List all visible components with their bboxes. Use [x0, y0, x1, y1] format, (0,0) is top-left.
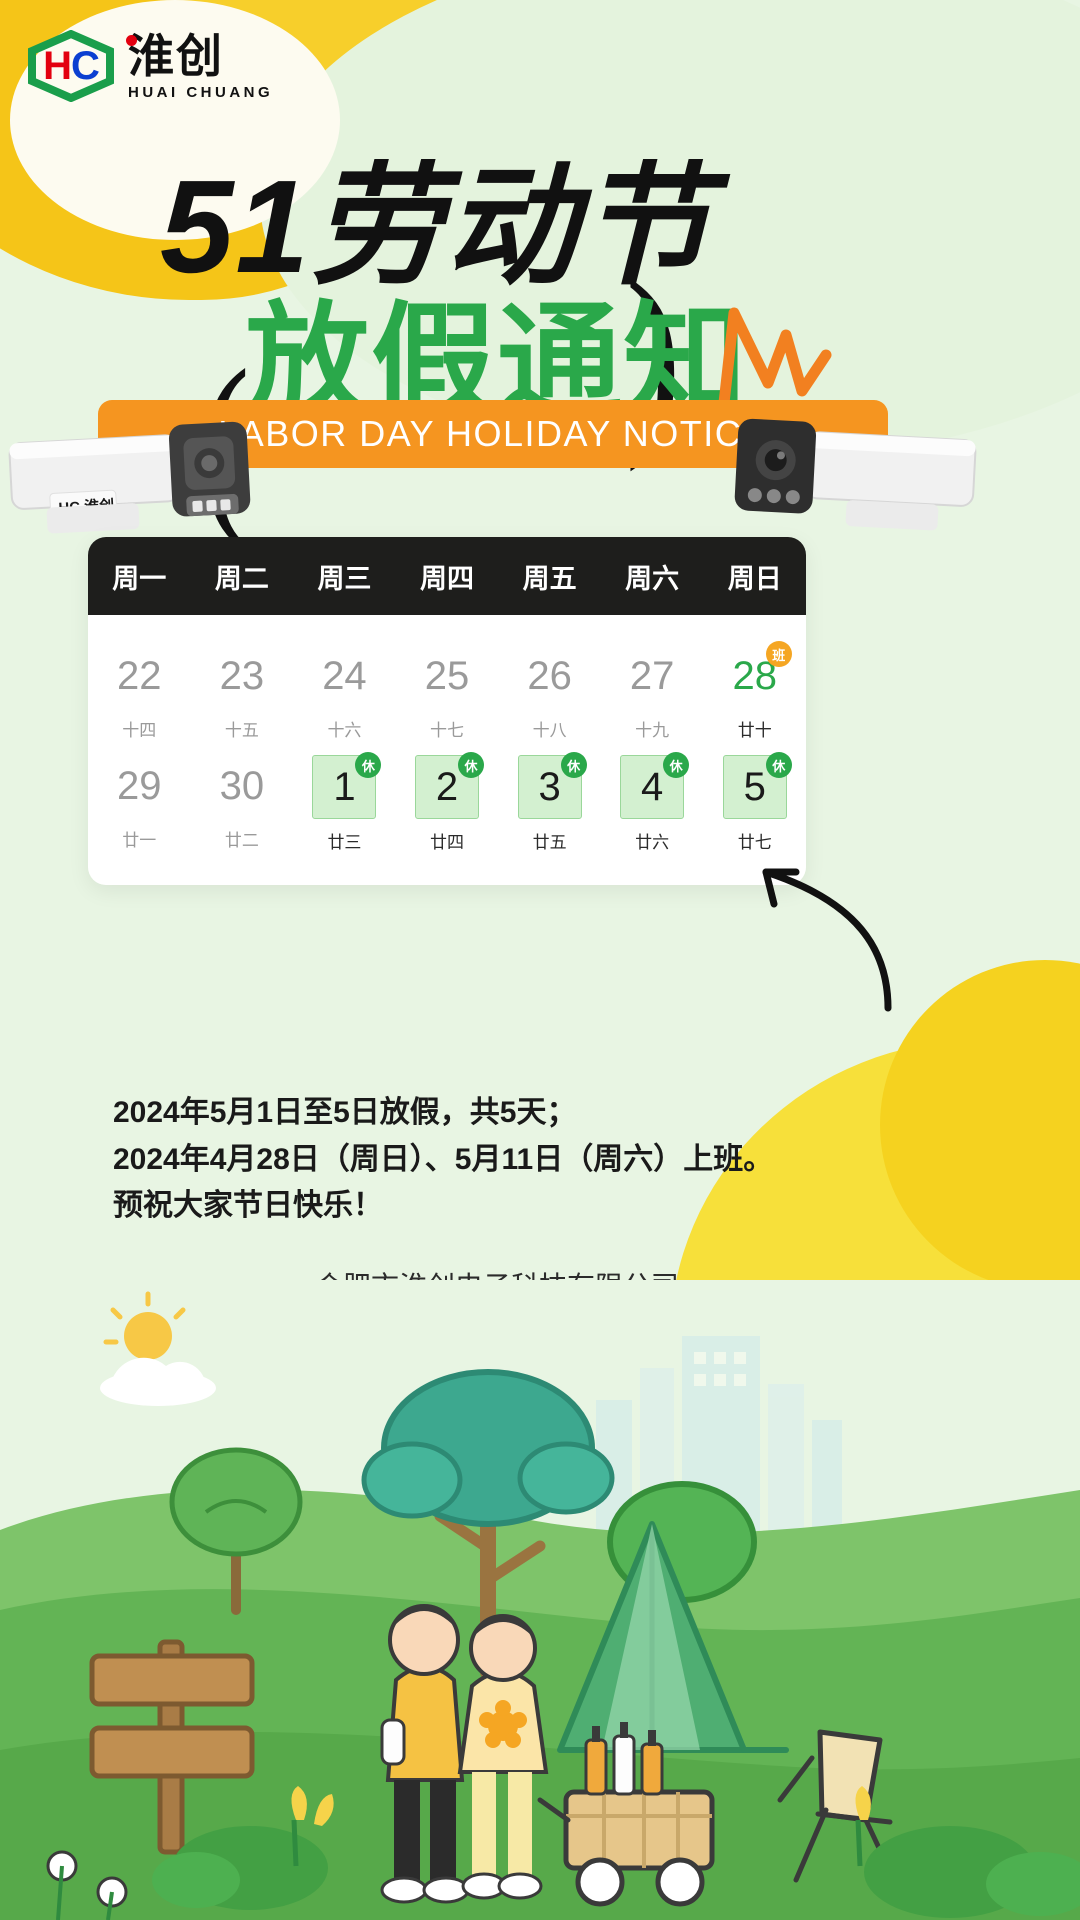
calendar-row-2: 29 廿一 30 廿二 1 休 廿三 2 休 廿四 3 休 廿五 4 休 廿六 … [88, 747, 806, 859]
calendar-body: 22 十四 23 十五 24 十六 25 十七 26 十八 27 十九 28 班… [88, 615, 806, 885]
security-camera-right-icon [734, 418, 977, 531]
day-number: 23 [219, 654, 265, 698]
calendar-cell[interactable]: 27 十九 [601, 637, 704, 747]
calendar-row-1: 22 十四 23 十五 24 十六 25 十七 26 十八 27 十九 28 班… [88, 637, 806, 747]
day-box: 5 休 [722, 752, 792, 819]
hc-letters: HC [28, 30, 114, 102]
restday-badge: 休 [355, 752, 382, 778]
calendar-cell-holiday[interactable]: 3 休 廿五 [498, 747, 601, 859]
holiday-calendar: 周一 周二 周三 周四 周五 周六 周日 22 十四 23 十五 24 十六 2… [88, 537, 806, 885]
calendar-cell-holiday[interactable]: 5 休 廿七 [703, 747, 806, 859]
calendar-cell[interactable]: 26 十八 [498, 637, 601, 747]
brand-name-cn-text: 淮创 [128, 29, 224, 82]
day-number: 2 [435, 765, 459, 809]
day-number: 22 [117, 654, 162, 698]
brand-logo: HC 淮创 HUAI CHUANG [28, 30, 273, 102]
lunar-label: 十七 [430, 721, 465, 740]
lunar-label: 廿五 [532, 833, 567, 852]
calendar-cell[interactable]: 24 十六 [293, 637, 396, 747]
lunar-label: 十四 [122, 721, 157, 740]
day-box: 28 班 [724, 641, 792, 707]
lunar-label: 廿十 [737, 721, 772, 740]
day-number: 4 [641, 765, 664, 809]
weekday-thu: 周四 [420, 563, 475, 594]
day-box: 24 [313, 645, 375, 707]
curved-arrow-icon [762, 868, 892, 1012]
day-number: 1 [333, 765, 356, 809]
weekday-wed: 周三 [317, 563, 372, 594]
camping-illustration [0, 1280, 1080, 1920]
day-number: 3 [538, 765, 561, 809]
poster-root: HC 淮创 HUAI CHUANG ) ( 51劳动节 放假通知 LABOR D… [0, 0, 1080, 1920]
lunar-label: 廿一 [122, 831, 157, 850]
calendar-cell-holiday[interactable]: 1 休 廿三 [293, 747, 396, 859]
weekday-mon: 周一 [112, 563, 167, 594]
restday-badge: 休 [765, 752, 792, 778]
day-number: 27 [629, 654, 675, 698]
restday-badge: 休 [560, 752, 587, 778]
notice-line-3: 预祝大家节日快乐！ [113, 1189, 383, 1222]
brand-name-en: HUAI CHUANG [128, 83, 274, 101]
calendar-cell-holiday[interactable]: 4 休 廿六 [601, 747, 704, 859]
hc-letter-c: C [71, 43, 100, 88]
weekday-fri: 周五 [522, 563, 577, 594]
lunar-label: 廿四 [430, 833, 465, 852]
notice-line-1: 2024年5月1日至5日放假，共5天； [113, 1096, 577, 1129]
hc-letter-h: H [43, 43, 72, 88]
notice-line-2: 2024年4月28日（周日）、5月11日（周六）上班。 [113, 1142, 774, 1176]
day-number: 26 [527, 654, 572, 698]
day-box: 30 [211, 755, 273, 817]
brand-name-block: 淮创 HUAI CHUANG [126, 29, 274, 101]
weekday-tue: 周二 [214, 563, 269, 594]
calendar-cell-workday[interactable]: 28 班 廿十 [703, 637, 806, 747]
lunar-label: 十九 [635, 721, 670, 740]
day-box: 27 [621, 645, 683, 707]
calendar-cell-holiday[interactable]: 2 休 廿四 [396, 747, 499, 859]
bottles-icon [584, 1722, 664, 1796]
calendar-cell[interactable]: 30 廿二 [191, 747, 294, 859]
weekday-sun: 周日 [727, 563, 782, 594]
lunar-label: 廿六 [635, 833, 670, 852]
day-box: 25 [416, 645, 478, 707]
day-number: 25 [424, 654, 470, 698]
day-box: 3 休 [517, 752, 587, 819]
security-camera-left-icon: HC 淮创 [8, 421, 251, 534]
day-number: 29 [117, 764, 162, 808]
weekday-sat: 周六 [625, 563, 680, 594]
calendar-weekday-header: 周一 周二 周三 周四 周五 周六 周日 [88, 537, 806, 615]
day-box: 4 休 [620, 752, 690, 819]
day-box: 26 [519, 645, 581, 707]
calendar-cell[interactable]: 23 十五 [191, 637, 294, 747]
lunar-label: 十六 [327, 721, 362, 740]
calendar-cell[interactable]: 29 廿一 [88, 747, 191, 859]
brand-name-cn: 淮创 [126, 29, 273, 82]
day-number: 24 [322, 654, 367, 698]
day-box: 1 休 [312, 752, 382, 819]
day-number: 30 [219, 764, 265, 808]
day-box: 29 [108, 755, 170, 817]
lunar-label: 廿三 [327, 833, 362, 852]
lunar-label: 十五 [224, 721, 259, 740]
lunar-label: 廿二 [224, 831, 259, 850]
notice-text-block: 2024年5月1日至5日放假，共5天； 2024年4月28日（周日）、5月11日… [113, 1090, 933, 1230]
workday-badge: 班 [765, 641, 792, 667]
brand-dot-icon [126, 34, 137, 46]
hc-hexagon-icon: HC [28, 30, 114, 102]
calendar-cell[interactable]: 25 十七 [396, 637, 499, 747]
zigzag-decoration-icon [718, 307, 832, 405]
restday-badge: 休 [663, 752, 690, 778]
headline-block: ) ( 51劳动节 放假通知 [0, 110, 1080, 553]
calendar-cell[interactable]: 22 十四 [88, 637, 191, 747]
restday-badge: 休 [458, 752, 485, 778]
day-box: 22 [108, 645, 170, 707]
lunar-label: 十八 [532, 721, 567, 740]
day-box: 23 [211, 645, 273, 707]
day-number: 5 [743, 765, 766, 809]
day-box: 2 休 [415, 752, 485, 819]
lunar-label: 廿七 [737, 833, 772, 852]
